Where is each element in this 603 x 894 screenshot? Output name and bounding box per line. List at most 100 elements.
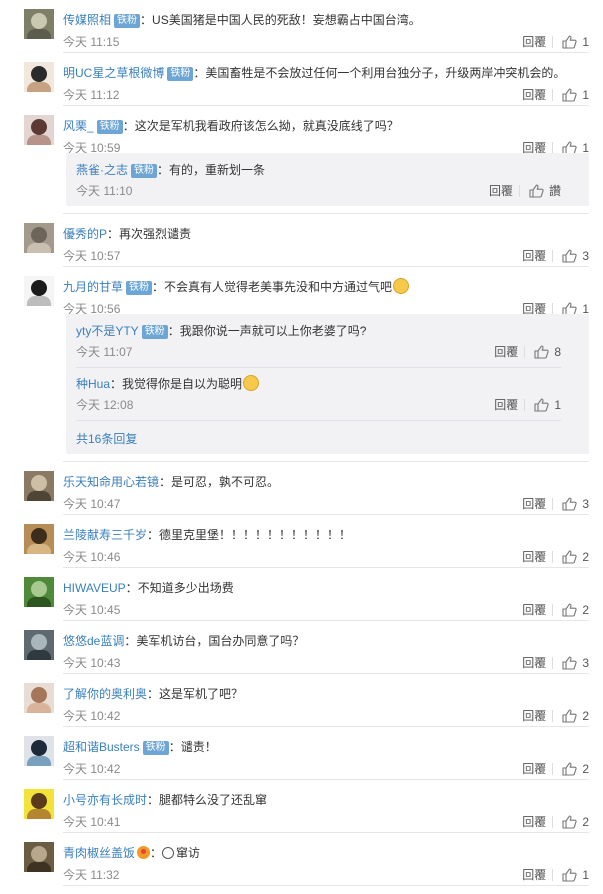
avatar-shoulders	[27, 544, 51, 554]
reply-button[interactable]: 回覆	[522, 494, 546, 514]
avatar[interactable]	[24, 683, 54, 713]
comment-meta: 今天 10:42 回覆 2	[63, 706, 589, 726]
username-link[interactable]: 小号亦有长成时	[63, 793, 147, 807]
reply-button[interactable]: 回覆	[522, 759, 546, 779]
username-link[interactable]: 兰陵献寿三千岁	[63, 528, 147, 542]
like-button[interactable]: 2	[562, 547, 589, 567]
avatar[interactable]	[24, 842, 54, 872]
comment-actions: 回覆 1	[522, 32, 589, 52]
reply-button[interactable]: 回覆	[522, 865, 546, 885]
separator: ：	[168, 740, 181, 754]
reply-button[interactable]: 回覆	[522, 600, 546, 620]
comment-actions: 回覆 2	[522, 600, 589, 620]
reply-button[interactable]: 回覆	[522, 706, 546, 726]
reply-button[interactable]: 回覆	[494, 395, 518, 415]
comment-line: 優秀的P：再次强烈谴责	[63, 225, 589, 243]
username-link[interactable]: yty不是YTY	[76, 324, 139, 338]
username-link[interactable]: 超和谐Busters	[63, 740, 140, 754]
avatar[interactable]	[24, 9, 54, 39]
comment-item: 超和谐Busters 铁粉 ：谴责！ 今天 10:42 回覆 2	[0, 727, 603, 780]
action-divider	[552, 763, 554, 775]
avatar-shoulders	[27, 135, 51, 145]
comment-actions: 回覆 3	[522, 653, 589, 673]
reply-button[interactable]: 回覆	[489, 181, 513, 201]
like-button[interactable]: 3	[562, 246, 589, 266]
avatar[interactable]	[24, 62, 54, 92]
like-button[interactable]: 1	[562, 85, 589, 105]
like-button[interactable]: 讚	[529, 181, 561, 201]
comment-line: 九月的甘草 铁粉 ：不会真有人觉得老美事先没和中方通过气吧	[63, 278, 589, 296]
username-link[interactable]: 九月的甘草	[63, 280, 123, 294]
reply-button[interactable]: 回覆	[522, 812, 546, 832]
username-link[interactable]: 燕雀·之志	[76, 163, 128, 177]
like-button[interactable]: 1	[534, 395, 561, 415]
thumbs-up-icon	[562, 815, 577, 829]
like-count: 2	[582, 762, 589, 776]
like-button[interactable]: 1	[562, 32, 589, 52]
username-link[interactable]: 優秀的P	[63, 227, 107, 241]
avatar-shoulders	[27, 756, 51, 766]
comment-line: 风栗_ 铁粉 ：这次是军机我看政府该怎么拗，就真没底线了吗？	[63, 117, 589, 135]
username-link[interactable]: HIWAVEUP	[63, 581, 126, 595]
like-button[interactable]: 3	[562, 653, 589, 673]
comment-actions: 回覆 1	[494, 395, 561, 415]
fan-badge: 铁粉	[126, 281, 153, 295]
avatar-shoulders	[27, 243, 51, 253]
comment-text: 窜访	[176, 846, 201, 860]
comment-text: 美军机访台，国台办同意了吗？	[136, 634, 305, 648]
comment-actions: 回覆 1	[522, 865, 589, 885]
avatar[interactable]	[24, 115, 54, 145]
avatar-figure	[31, 634, 47, 650]
like-button[interactable]: 2	[562, 759, 589, 779]
comment-meta: 今天 11:32 回覆 1	[63, 865, 589, 885]
username-link[interactable]: 明UC星之草根微博	[63, 66, 164, 80]
avatar[interactable]	[24, 524, 54, 554]
avatar-figure	[31, 581, 47, 597]
reply-button[interactable]: 回覆	[522, 246, 546, 266]
like-button[interactable]: 2	[562, 706, 589, 726]
avatar[interactable]	[24, 577, 54, 607]
reply-button[interactable]: 回覆	[522, 32, 546, 52]
like-count: 1	[582, 88, 589, 102]
avatar-shoulders	[27, 29, 51, 39]
like-button[interactable]: 3	[562, 494, 589, 514]
avatar[interactable]	[24, 789, 54, 819]
separator: ：	[107, 227, 120, 241]
avatar[interactable]	[24, 276, 54, 306]
action-divider	[552, 498, 554, 510]
like-button[interactable]: 2	[562, 812, 589, 832]
comment-line: 青肉椒丝盖饭 ： 窜访	[63, 844, 589, 862]
comment-meta: 今天 10:42 回覆 2	[63, 759, 589, 779]
comment-line: 种Hua：我觉得你是自以为聪明	[76, 375, 561, 393]
avatar-figure	[31, 475, 47, 491]
like-button[interactable]: 2	[562, 600, 589, 620]
comment-item: 传媒照相 铁粉 ：US美国猪是中国人民的死敌！妄想霸占中国台湾。 今天 11:15 回覆…	[0, 0, 603, 53]
comment-text: 我跟你说一声就可以上你老婆了吗?	[179, 324, 367, 338]
username-link[interactable]: 种Hua	[76, 377, 110, 391]
reply-divider	[76, 367, 561, 368]
avatar[interactable]	[24, 630, 54, 660]
comment-item: 青肉椒丝盖饭 ： 窜访 今天 11:32 回覆 1	[0, 833, 603, 886]
thumbs-up-icon	[534, 398, 549, 412]
like-button[interactable]: 8	[534, 342, 561, 362]
reply-button[interactable]: 回覆	[522, 547, 546, 567]
thumbs-up-icon	[562, 35, 577, 49]
timestamp: 今天 12:08	[76, 398, 134, 412]
username-link[interactable]: 风栗_	[63, 119, 94, 133]
avatar[interactable]	[24, 471, 54, 501]
like-button[interactable]: 1	[562, 865, 589, 885]
username-link[interactable]: 传媒照相	[63, 13, 111, 27]
username-link[interactable]: 乐天知命用心若镜	[63, 475, 159, 489]
reply-button[interactable]: 回覆	[522, 653, 546, 673]
avatar[interactable]	[24, 736, 54, 766]
more-replies-link[interactable]: 共16条回复	[76, 430, 137, 447]
avatar[interactable]	[24, 223, 54, 253]
comment-meta: 今天 11:10 回覆 讚	[76, 181, 561, 201]
comment-actions: 回覆 讚	[489, 181, 561, 201]
reply-button[interactable]: 回覆	[522, 85, 546, 105]
vip-badge-icon	[137, 846, 151, 859]
reply-button[interactable]: 回覆	[494, 342, 518, 362]
username-link[interactable]: 悠悠de蓝调	[63, 634, 124, 648]
username-link[interactable]: 了解你的奥利奥	[63, 687, 147, 701]
username-link[interactable]: 青肉椒丝盖饭	[63, 846, 135, 860]
